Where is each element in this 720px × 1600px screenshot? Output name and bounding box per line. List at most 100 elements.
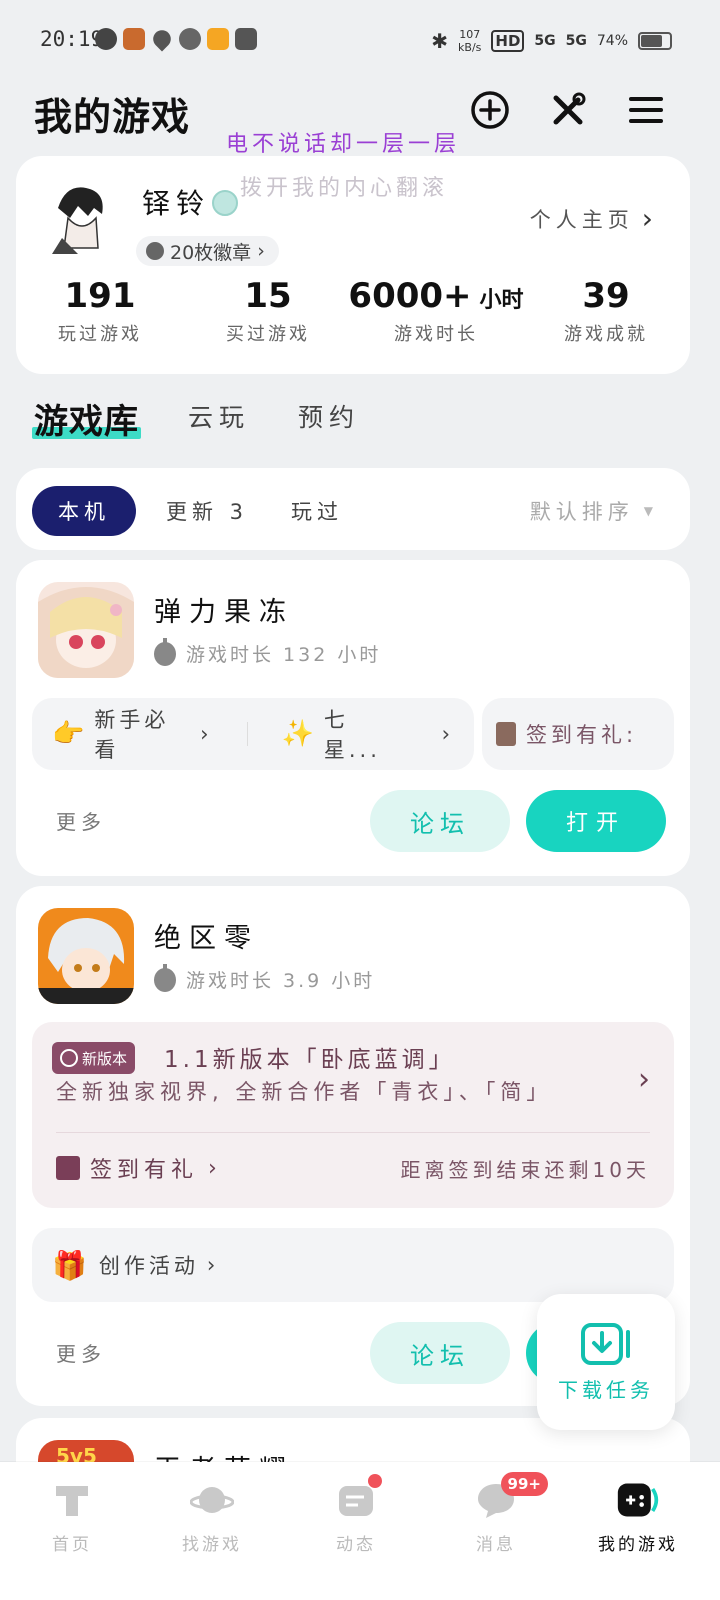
stat-value: 6000+ xyxy=(348,276,472,316)
tools-button[interactable] xyxy=(546,88,590,132)
guide-label: 七星... xyxy=(323,708,381,762)
page-title: 我的游戏 xyxy=(34,95,191,139)
news-subtitle: 全新独家视界, 全新合作者「青衣」、「简」 xyxy=(56,1080,553,1104)
game-name: 弹力果冻 xyxy=(154,597,294,628)
activity-label: 创作活动 xyxy=(98,1254,199,1278)
overlay-lyric-line2: 拨开我的内心翻滚 xyxy=(240,176,449,201)
gift-box-icon: 🎁 xyxy=(52,1248,91,1282)
sign-in-remaining: 距离签到结束还剩10天 xyxy=(400,1158,650,1182)
stat-label: 游戏成就 xyxy=(564,324,648,345)
location-icon xyxy=(149,26,175,52)
bottom-nav: 首页 找游戏 动态 99+ 消息 我的游戏 xyxy=(0,1462,720,1600)
chevron-right-icon: › xyxy=(208,1155,222,1181)
stopwatch-icon xyxy=(154,963,176,992)
chevron-right-icon: › xyxy=(200,722,213,746)
stat-bought[interactable]: 15 买过游戏 xyxy=(184,276,352,346)
activity-pill[interactable]: 🎁 创作活动 › xyxy=(32,1228,674,1302)
nav-label: 消息 xyxy=(476,1535,516,1555)
download-task-button[interactable]: 下载任务 xyxy=(537,1294,675,1430)
stat-achievements[interactable]: 39 游戏成就 xyxy=(522,276,690,346)
medal-icon xyxy=(146,242,164,260)
battery-fill xyxy=(641,35,662,47)
game-icon xyxy=(38,908,134,1004)
tools-icon xyxy=(553,92,586,125)
more-link[interactable]: 更多 xyxy=(56,1338,106,1367)
status-time: 20:19 xyxy=(40,27,104,51)
filter-local[interactable]: 本机 xyxy=(32,486,136,536)
gamepad-icon xyxy=(616,1478,660,1522)
stat-label: 买过游戏 xyxy=(226,324,310,345)
nav-label: 首页 xyxy=(52,1535,92,1555)
new-version-label: 新版本 xyxy=(82,1049,128,1068)
sign-in-pill[interactable]: 签到有礼: xyxy=(482,698,674,770)
planet-icon xyxy=(190,1478,234,1522)
filter-bar: 本机 更新 3 玩过 默认排序 ▼ xyxy=(16,468,690,550)
status-app-icons xyxy=(95,26,257,52)
open-game-button[interactable]: 打开 xyxy=(526,790,666,852)
game-card[interactable]: 弹力果冻 游戏时长 132 小时 👉 新手必看 › ✨ 七星... › 签到有礼… xyxy=(16,560,690,876)
stat-value: 15 xyxy=(244,276,292,316)
status-bar: 20:19 ✱ 107 kB/s HD 5G 5G 74% xyxy=(0,0,720,80)
avatar[interactable] xyxy=(48,178,114,258)
stat-played[interactable]: 191 玩过游戏 xyxy=(16,276,184,346)
bluetooth-icon: ✱ xyxy=(431,29,449,53)
plus-circle-icon xyxy=(471,91,509,129)
tab-cloud-play[interactable]: 云玩 xyxy=(188,398,250,434)
battery-percent: 74% xyxy=(596,33,628,49)
divider xyxy=(56,1132,650,1133)
nav-item-messages[interactable]: 99+ 消息 xyxy=(424,1472,568,1555)
status-right: ✱ 107 kB/s HD 5G 5G 74% xyxy=(431,28,672,54)
stat-playtime[interactable]: 6000+ 小时 游戏时长 xyxy=(336,276,536,346)
chevron-right-icon: › xyxy=(206,1253,220,1277)
homepage-label: 个人主页 xyxy=(529,207,634,232)
game-app-icon xyxy=(123,28,145,50)
nav-item-find-games[interactable]: 找游戏 xyxy=(140,1478,284,1555)
chevron-right-icon: › xyxy=(638,1062,650,1097)
hamburger-menu-icon xyxy=(629,97,663,123)
chat-bubble-icon: 99+ xyxy=(474,1472,548,1522)
guide-item-stars[interactable]: ✨ 七星... › xyxy=(282,704,455,764)
filter-played[interactable]: 玩过 xyxy=(272,486,362,536)
forum-button[interactable]: 论坛 xyxy=(370,1322,510,1384)
sort-dropdown[interactable]: 默认排序 ▼ xyxy=(530,496,658,526)
medals-chip[interactable]: 20枚徽章 › xyxy=(136,236,279,266)
forum-button[interactable]: 论坛 xyxy=(370,790,510,852)
gift-icon xyxy=(496,722,516,746)
version-icon xyxy=(60,1049,78,1067)
avatar-image xyxy=(48,178,114,258)
chevron-right-icon: › xyxy=(641,202,658,235)
playtime: 游戏时长 132 小时 xyxy=(154,637,381,667)
sign-in-link[interactable]: 签到有礼 › xyxy=(56,1152,222,1184)
feed-icon xyxy=(334,1474,382,1522)
stat-value: 39 xyxy=(582,276,630,316)
game-name: 绝区零 xyxy=(154,923,259,954)
download-icon xyxy=(581,1322,630,1365)
more-link[interactable]: 更多 xyxy=(56,806,106,835)
menu-button[interactable] xyxy=(624,88,668,132)
overlay-lyric-line1: 电不说话却一层一层 xyxy=(226,132,461,157)
nav-item-my-games[interactable]: 我的游戏 xyxy=(566,1478,710,1555)
tab-game-library[interactable]: 游戏库 xyxy=(32,394,141,443)
nav-item-home[interactable]: 首页 xyxy=(0,1478,144,1555)
stat-unit: 小时 xyxy=(479,288,524,313)
news-panel[interactable]: 新版本 1.1新版本「卧底蓝调」 全新独家视界, 全新合作者「青衣」、「简」 ›… xyxy=(32,1022,674,1208)
gift-icon xyxy=(56,1156,80,1180)
pill-divider xyxy=(246,722,248,746)
signal-5g-1: 5G xyxy=(534,33,556,49)
user-level-badge-icon xyxy=(212,190,238,216)
nav-item-feed[interactable]: 动态 xyxy=(284,1474,428,1555)
guide-item-newbie[interactable]: 👉 新手必看 › xyxy=(52,704,213,764)
game-icon xyxy=(38,582,134,678)
sparkles-icon: ✨ xyxy=(281,719,318,749)
add-game-button[interactable] xyxy=(468,88,512,132)
news-title: 1.1新版本「卧底蓝调」 xyxy=(164,1047,456,1073)
sort-label: 默认排序 xyxy=(529,500,634,524)
browser-icon xyxy=(95,28,117,50)
nav-label: 找游戏 xyxy=(182,1535,242,1555)
stat-label: 玩过游戏 xyxy=(58,324,142,345)
game-icon-art xyxy=(38,908,134,1004)
homepage-link[interactable]: 个人主页 › xyxy=(530,202,658,235)
nav-label: 动态 xyxy=(336,1535,376,1555)
tab-reservation[interactable]: 预约 xyxy=(298,398,360,434)
filter-updates[interactable]: 更新 3 xyxy=(152,486,262,536)
